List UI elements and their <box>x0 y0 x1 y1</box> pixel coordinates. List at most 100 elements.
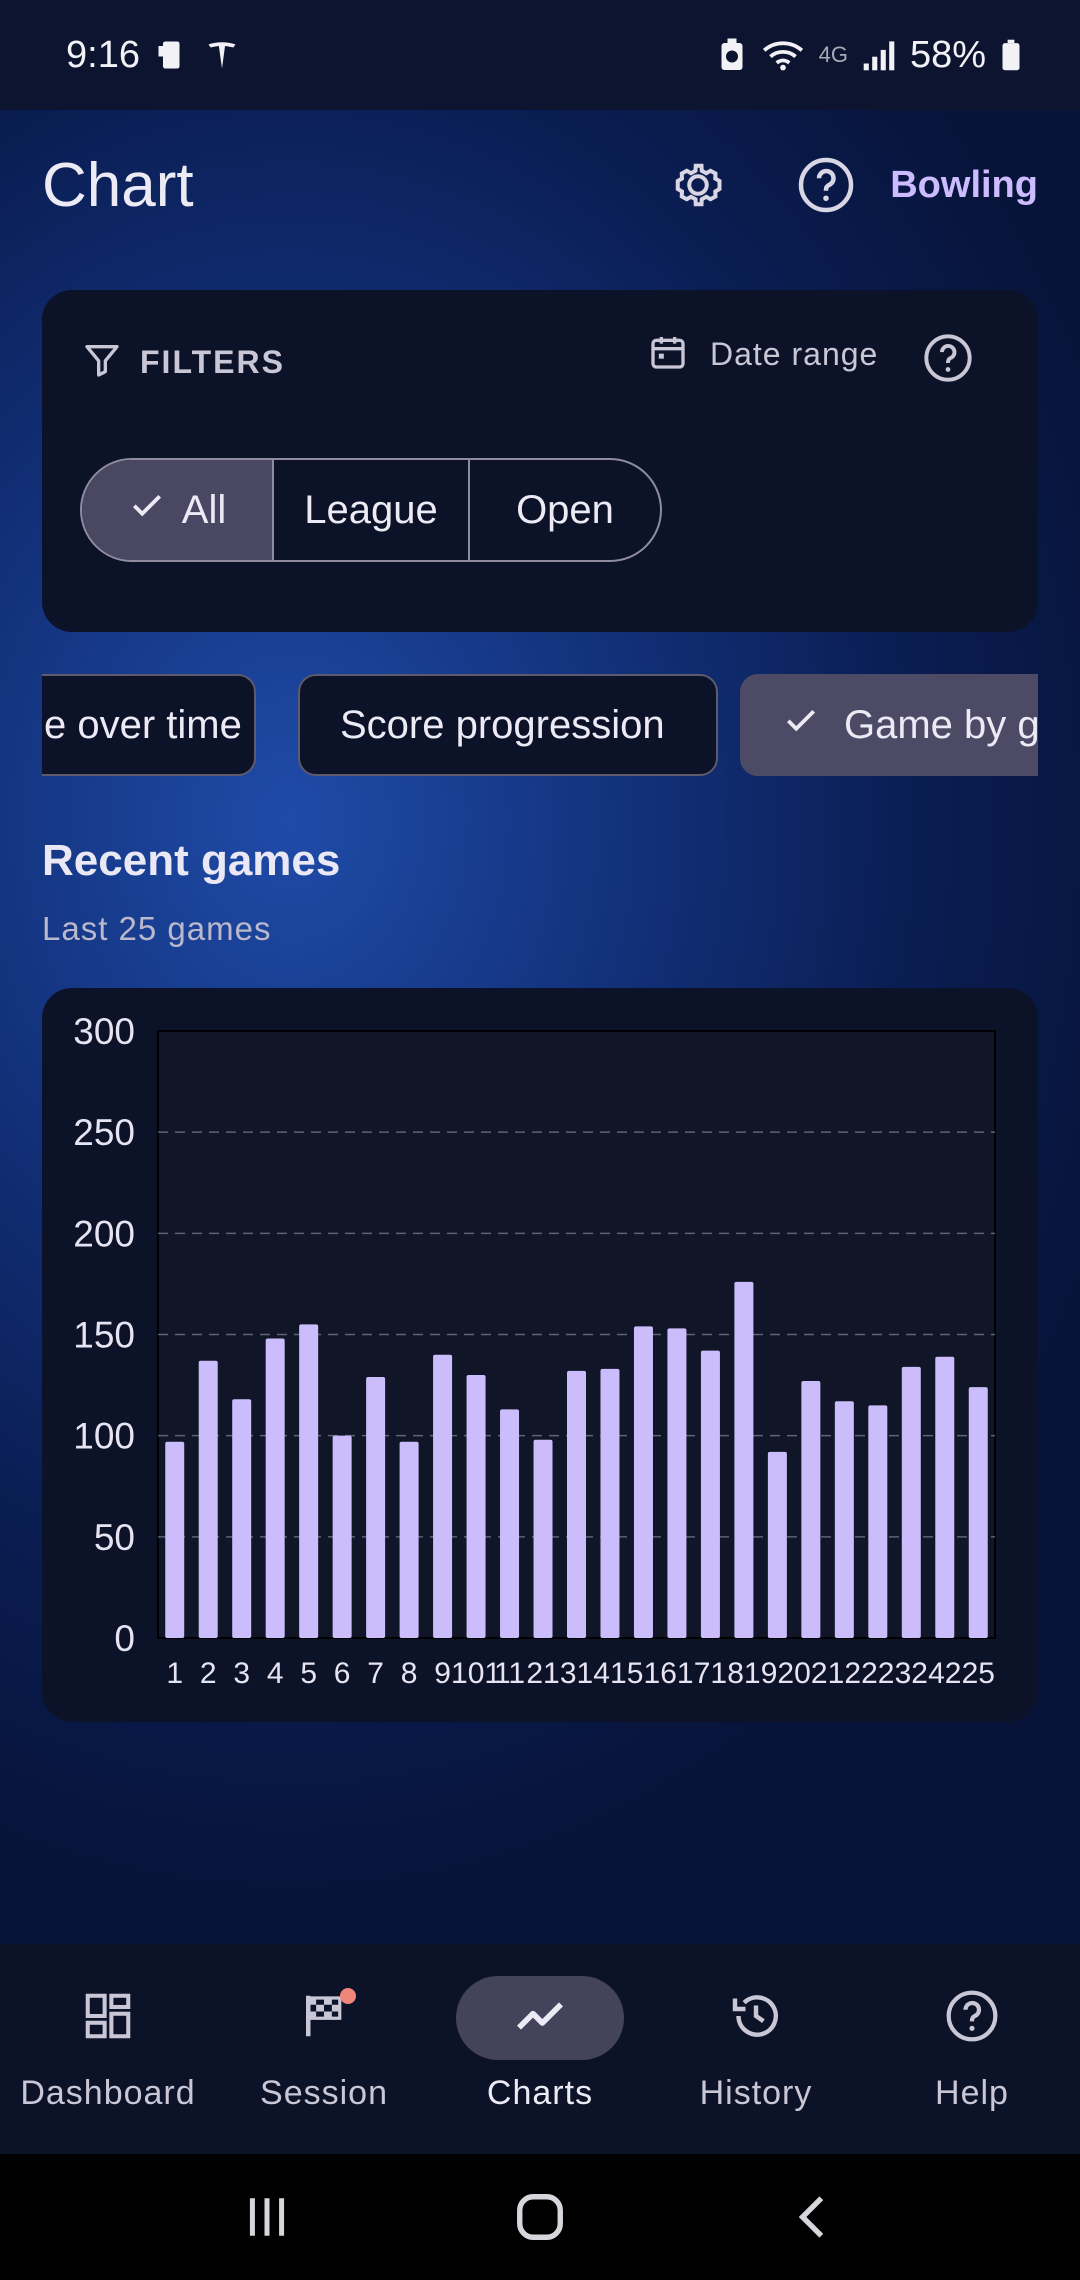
segment-all[interactable]: All <box>82 460 274 560</box>
filters-header: FILTERS <box>82 340 285 385</box>
dashboard-icon <box>81 1989 135 2048</box>
filters-label: FILTERS <box>140 344 285 380</box>
home-button[interactable] <box>480 2167 600 2267</box>
system-nav-bar <box>0 2154 1080 2280</box>
x-tick-label: 02 <box>794 1657 827 1690</box>
segment-label: All <box>181 487 227 532</box>
x-tick-label: 5 <box>300 1657 317 1690</box>
bar <box>968 1387 988 1638</box>
x-tick-label: 31 <box>560 1657 593 1690</box>
bar <box>332 1435 352 1638</box>
filters-help-icon[interactable] <box>922 332 974 389</box>
status-time: 9:16 <box>66 33 140 76</box>
bar <box>734 1281 754 1638</box>
tab-game-by-game[interactable]: Game by ga <box>740 674 1038 776</box>
calendar-icon <box>648 332 688 377</box>
help-icon <box>944 1988 1000 2049</box>
bar <box>901 1366 921 1638</box>
network-type: 4G <box>818 42 848 67</box>
bar <box>466 1374 486 1638</box>
bowling-link[interactable]: Bowling <box>890 164 1038 207</box>
bar <box>935 1356 955 1638</box>
x-tick-label: 22 <box>861 1657 894 1690</box>
x-tick-label: 9 <box>434 1657 451 1690</box>
segment-open[interactable]: Open <box>470 460 660 560</box>
bar <box>366 1376 386 1638</box>
history-icon <box>728 1988 784 2049</box>
x-tick-label: 1 <box>166 1657 183 1690</box>
settings-icon[interactable] <box>662 149 734 221</box>
x-tick-label: 42 <box>928 1657 961 1690</box>
x-tick-label: 41 <box>593 1657 626 1690</box>
y-tick-label: 100 <box>73 1416 135 1457</box>
bar <box>767 1451 787 1638</box>
y-tick-label: 50 <box>94 1517 135 1558</box>
check-icon <box>128 486 166 534</box>
bar <box>433 1354 453 1638</box>
nav-dashboard[interactable]: Dashboard <box>0 1944 216 2154</box>
bar <box>198 1360 218 1638</box>
bar <box>667 1328 687 1638</box>
bar <box>567 1370 586 1638</box>
x-tick-label: 71 <box>694 1657 727 1690</box>
chip-label: e over time <box>44 702 242 747</box>
x-tick-label: 8 <box>401 1657 418 1690</box>
y-tick-label: 150 <box>73 1315 135 1356</box>
status-bar: 9:16 4G 58% <box>0 0 1080 110</box>
y-tick-label: 250 <box>73 1112 135 1153</box>
x-tick-label: 81 <box>727 1657 760 1690</box>
segment-league[interactable]: League <box>274 460 470 560</box>
tab-score-progression[interactable]: Score progression <box>298 674 718 776</box>
bar <box>265 1338 285 1638</box>
chart-card: 0 50 100 150 200 250 300 1 2 3 4 5 6 7 8 9 101 11 21 31 41 51… <box>42 988 1038 1722</box>
segment-label: Open <box>516 487 614 532</box>
recents-button[interactable] <box>207 2167 327 2267</box>
nav-help[interactable]: Help <box>864 1944 1080 2154</box>
battery-icon <box>1000 38 1022 72</box>
section-title: Recent games <box>42 836 341 885</box>
x-tick-label: 21 <box>526 1657 559 1690</box>
bar <box>801 1381 821 1638</box>
x-tick-label: 61 <box>660 1657 693 1690</box>
bar-chart: 0501001502002503001 2 3 4 5 6 7 8 9 10111 21 31 41 51… <box>73 1011 996 1690</box>
help-icon[interactable] <box>790 149 862 221</box>
x-tick-label: 32 <box>895 1657 928 1690</box>
nav-history[interactable]: History <box>648 1944 864 2154</box>
nav-label: Help <box>935 2074 1009 2112</box>
chip-label: Score progression <box>340 702 665 747</box>
phone-notification-icon <box>154 37 190 73</box>
back-button[interactable] <box>753 2167 873 2267</box>
bar <box>700 1350 720 1638</box>
nav-label: Charts <box>486 2074 594 2112</box>
nav-label: Dashboard <box>20 2074 196 2112</box>
nav-label: History <box>699 2074 813 2112</box>
bar <box>868 1405 888 1638</box>
y-tick-label: 0 <box>114 1618 135 1659</box>
bar <box>165 1441 185 1638</box>
y-tick-label: 300 <box>73 1011 135 1052</box>
nav-charts[interactable]: Charts <box>432 1944 648 2154</box>
bar <box>533 1439 553 1638</box>
bar <box>232 1399 252 1638</box>
bar <box>399 1441 419 1638</box>
filters-card: FILTERS Date range All League Open <box>42 290 1038 632</box>
bar <box>633 1326 653 1638</box>
x-tick-label: 2 <box>200 1657 217 1690</box>
nav-label: Session <box>260 2074 388 2112</box>
x-tick-label: 7 <box>367 1657 384 1690</box>
bottom-nav: Dashboard Session Charts History Help <box>0 1944 1080 2154</box>
bar <box>500 1409 520 1638</box>
tab-score-over-time[interactable]: e over time <box>42 674 256 776</box>
notification-badge <box>340 1988 356 2004</box>
x-tick-label: 3 <box>233 1657 250 1690</box>
date-range-label: Date range <box>710 336 879 372</box>
nav-session[interactable]: Session <box>216 1944 432 2154</box>
game-type-segmented: All League Open <box>80 458 662 562</box>
date-range-button[interactable]: Date range <box>648 332 878 377</box>
bar <box>299 1324 319 1638</box>
app-bar: Chart Bowling <box>0 110 1080 260</box>
x-tick-label: 11 <box>494 1657 525 1690</box>
battery-percent: 58% <box>909 33 986 76</box>
chip-label: Game by ga <box>844 702 1038 747</box>
page-title: Chart <box>42 150 194 220</box>
